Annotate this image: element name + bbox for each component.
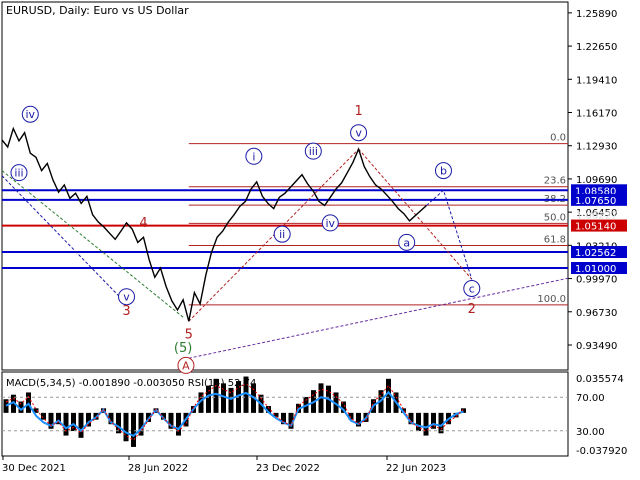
date-axis: 30 Dec 2021 28 Jun 2022 23 Dec 2022 22 Jun … [2,456,446,474]
wave-label: iii [309,145,318,158]
price-badge-label: 1.01000 [575,264,616,275]
fib-level-label: 0.0 [550,133,566,144]
wave-label: v [123,291,130,304]
indicator-label: MACD(5,34,5) -0.001890 -0.003050 RSI(14)… [6,378,256,389]
macd-histogram-bar [78,412,84,438]
main-plot-frame [1,1,569,371]
hidden-price-label: 1.06227 [576,210,617,221]
trend-line-red-down [358,148,473,280]
wave-label: a [403,236,410,249]
chart-title: EURUSD, Daily: Euro vs US Dollar [6,4,189,17]
wave-label: (5) [174,341,192,356]
macd-histogram-bar [206,385,211,413]
wave-label: 4 [139,216,147,231]
wave-label: iv [26,108,36,121]
wave-label: c [469,283,475,296]
eurusd-chart: 0.023.638.250.061.8100.0 iviiiv345(5)Aii… [1,1,627,474]
wave-label: ii [279,228,285,241]
macd-histogram-bar [41,412,46,420]
wave-label: 2 [468,302,476,317]
y-tick-label: 1.09690 [576,175,617,186]
fib-level-label: 61.8 [544,234,566,245]
wave-label: A [182,359,190,372]
fib-level-label: 50.0 [544,212,566,223]
y-tick-label: 0.93490 [576,341,617,352]
trend-lines [1,148,569,359]
indicator-y-tick-label: 0.035574 [576,374,624,385]
wave-label: v [355,127,362,140]
x-tick-label: 28 Jun 2022 [128,463,188,474]
price-badges: 1.085801.076501.051401.025621.010001.062… [571,184,627,275]
indicator-y-tick-label: -0.037920 [576,446,627,457]
x-tick-label: 30 Dec 2021 [2,463,66,474]
macd-histogram-bar [138,412,144,436]
x-tick-label: 22 Jun 2023 [386,463,446,474]
macd-histogram-bar [116,412,121,434]
trend-line-blue [1,175,127,305]
wave-label: b [440,165,447,178]
elliott-wave-labels: iviiiv345(5)Aiiiiiiivv1abc2 [10,104,481,374]
fib-level-label: 23.6 [544,176,566,187]
y-tick-label: 1.22650 [576,42,617,53]
y-tick-label: 1.25890 [576,9,617,20]
wave-label: iv [325,217,335,230]
price-badge-label: 1.07650 [575,196,616,207]
macd-histogram-bar [423,412,429,436]
wave-label: 3 [122,304,130,319]
price-badge-label: 1.02562 [575,248,616,259]
indicator-y-tick-label: 70.00 [576,393,605,404]
wave-label: 1 [354,104,362,119]
y-tick-label: 1.12930 [576,142,617,153]
projection-path [426,189,473,280]
x-tick-label: 23 Dec 2022 [256,463,320,474]
wave-label: i [252,150,255,163]
macd-histogram-bar [71,412,76,432]
trend-line-lower [188,277,569,359]
price-badge-label: 1.05140 [575,222,616,233]
y-tick-label: 1.19410 [576,75,617,86]
trend-line-red [188,148,359,322]
fibonacci-levels: 0.023.638.250.061.8100.0 [188,133,568,306]
macd-histogram-bar [176,412,181,436]
y-tick-label: 1.16170 [576,109,617,120]
wave-label: iii [14,167,23,180]
macd-histogram-bar [131,412,136,447]
price-axis: 1.25890 1.22650 1.19410 1.16170 1.12930 1.096… [568,9,617,352]
y-tick-label: 0.96730 [576,308,617,319]
trend-line-green [1,170,184,318]
macd-histogram-bar [63,412,69,436]
fib-level-label: 100.0 [537,294,566,305]
indicator-y-tick-label: 30.00 [576,427,605,438]
y-tick-label: 0.99970 [576,275,617,286]
